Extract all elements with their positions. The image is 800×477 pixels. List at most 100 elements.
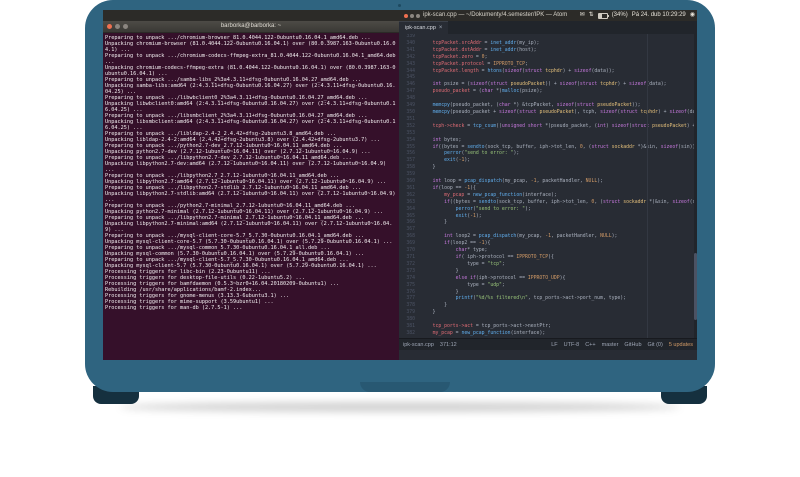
line-number: 371	[406, 255, 415, 260]
top-panel: ipk-scan.cpp — ~/Dokumenty/4.semester/IP…	[103, 10, 697, 21]
code-line: 375 type = "udp";	[399, 283, 697, 290]
code-line: 351	[399, 117, 697, 124]
message-icon[interactable]: ✉	[580, 10, 585, 21]
maximize-icon[interactable]	[416, 13, 420, 18]
code-line: 340 tcpPacket.srcAddr = inet_addr(my_ip)…	[399, 41, 697, 48]
scrollbar-handle[interactable]	[694, 252, 697, 320]
code-line: 370 char* type;	[399, 248, 697, 255]
status-item[interactable]: GitHub	[624, 342, 641, 348]
code-line: 357 exit(-1);	[399, 158, 697, 165]
tab-label: ipk-scan.cpp	[405, 25, 436, 31]
line-number: 354	[406, 137, 415, 143]
tab-ipk-scan-cpp[interactable]: ipk-scan.cpp ×	[399, 21, 449, 34]
terminal-line: Unpacking samba-libs:amd64 (2:4.3.11+dfs…	[105, 83, 396, 95]
code-line: 347 pseudo_packet = (char *)malloc(psize…	[399, 89, 697, 96]
laptop-lid-notch	[360, 382, 450, 392]
status-item[interactable]: UTF-8	[564, 342, 580, 348]
line-number: 374	[406, 275, 415, 281]
scrollbar[interactable]	[694, 34, 697, 338]
line-number: 339	[406, 34, 415, 39]
network-icon[interactable]: ⇅	[589, 10, 594, 21]
status-item[interactable]: C++	[585, 342, 595, 348]
code-line: 349 memcpy(pseudo_packet, (char *) &tcpP…	[399, 103, 697, 110]
screen: ipk-scan.cpp — ~/Dokumenty/4.semester/IP…	[103, 10, 697, 360]
line-number: 352	[406, 123, 415, 129]
status-left: ipk-scan.cpp 371:12	[403, 342, 457, 348]
session-menu-icon[interactable]: ◉	[690, 10, 695, 21]
code-line: 354 int bytes;	[399, 138, 697, 145]
atom-editor-window[interactable]: ipk-scan.cpp × 339 340 tcpPacket.srcAddr …	[399, 21, 697, 360]
code-line: 382 my_pcap = new_pcap_function(interfac…	[399, 331, 697, 338]
code-line: 372 type = "tcp";	[399, 262, 697, 269]
terminal-line: Unpacking libsmbclient:amd64 (2:4.3.11+d…	[105, 119, 396, 131]
code-line: 343 tcpPacket.protocol = IPPROTO_TCP;	[399, 62, 697, 69]
code-line: 352 tcph->check = tcp_csum((unsigned sho…	[399, 124, 697, 131]
code-line: 364 perror("send to error: ");	[399, 207, 697, 214]
terminal-line: Unpacking libwbclient0:amd64 (2:4.3.11+d…	[105, 101, 396, 113]
code-line: 362 my_pcap = new_pcap_function(interfac…	[399, 193, 697, 200]
code-line: 344 tcpPacket.length = htons(sizeof(stru…	[399, 69, 697, 76]
terminal-title: barborka@barborka: ~	[220, 23, 282, 29]
code-line: 339	[399, 34, 697, 41]
status-item[interactable]: Git (0)	[648, 342, 663, 348]
line-number: 359	[406, 172, 415, 178]
line-number: 375	[406, 282, 415, 288]
clock[interactable]: Pá 24. dub 10:29:29	[632, 10, 686, 21]
status-bar: ipk-scan.cpp 371:12 LF UTF-8 C++ master GitHu…	[399, 338, 697, 350]
terminal-line: Unpacking chromium-browser (81.0.4044.12…	[105, 41, 396, 53]
line-number: 341	[406, 47, 415, 53]
line-number: 370	[406, 248, 415, 254]
code-line: 371 if( iph->protocol == IPPROTO_TCP){	[399, 255, 697, 262]
terminal-window[interactable]: barborka@barborka: ~ Preparing to unpack…	[103, 21, 399, 360]
code-line: 381 tcp_ports->act = tcp_ports->act->nex…	[399, 324, 697, 331]
terminal-output[interactable]: Preparing to unpack .../chromium-browser…	[103, 33, 399, 360]
terminal-titlebar[interactable]: barborka@barborka: ~	[103, 21, 399, 33]
line-number: 362	[406, 192, 415, 198]
webcam-icon	[398, 4, 401, 7]
page: ipk-scan.cpp — ~/Dokumenty/4.semester/IP…	[0, 0, 800, 477]
battery-percentage[interactable]: (34%)	[612, 10, 628, 21]
code-line: 378 }	[399, 303, 697, 310]
line-number: 373	[406, 268, 415, 274]
line-number: 360	[406, 179, 415, 185]
code-line: 342 tcpPacket.zero = 0;	[399, 55, 697, 62]
line-number: 350	[406, 109, 415, 115]
code-area[interactable]: 339 340 tcpPacket.srcAddr = inet_addr(my_…	[399, 34, 697, 338]
line-number: 363	[406, 199, 415, 205]
updates-badge[interactable]: 5 updates	[669, 342, 693, 348]
status-item[interactable]: ipk-scan.cpp	[403, 342, 434, 348]
minimize-icon[interactable]	[410, 13, 414, 18]
code-line: 353	[399, 131, 697, 138]
code-line: 373 }	[399, 269, 697, 276]
line-number: 343	[406, 61, 415, 67]
line-number: 372	[406, 261, 415, 267]
code-line: 374 else if(iph->protocol == IPPROTO_UDP…	[399, 276, 697, 283]
terminal-line: Unpacking chromium-codecs-ffmpeg-extra (…	[105, 65, 396, 77]
code-line: 350 memcpy(pseudo_packet + sizeof(struct…	[399, 110, 697, 117]
close-icon[interactable]	[404, 13, 408, 18]
window-controls[interactable]	[401, 13, 420, 18]
code-line: 363 if((bytes = sendto(sock_tcp, buffer,…	[399, 200, 697, 207]
wrap-guide	[647, 34, 648, 338]
status-item[interactable]: 371:12	[440, 342, 457, 348]
line-number: 364	[406, 206, 415, 212]
code-line: 360 int loop = pcap_dispatch(my_pcap, -1…	[399, 179, 697, 186]
focused-window-title: ipk-scan.cpp — ~/Dokumenty/4.semester/IP…	[423, 12, 568, 18]
code-line: 361 if(loop == -1){	[399, 186, 697, 193]
status-item[interactable]: LF	[551, 342, 557, 348]
code-line: 341 tcpPacket.dstAddr = inet_addr(host);	[399, 48, 697, 55]
terminal-line: Preparing to unpack .../chromium-codecs-…	[105, 53, 399, 65]
tab-close-icon[interactable]: ×	[439, 25, 443, 31]
status-item[interactable]: master	[602, 342, 619, 348]
line-number: 349	[406, 103, 415, 109]
battery-icon[interactable]	[597, 12, 609, 19]
status-right: LF UTF-8 C++ master GitHub Git (0) 5 updates	[551, 342, 693, 348]
line-number: 361	[406, 185, 415, 191]
code-line: 379 }	[399, 310, 697, 317]
line-number: 381	[406, 324, 415, 330]
laptop-shadow	[120, 402, 680, 412]
code-line: 358 }	[399, 165, 697, 172]
laptop-body: ipk-scan.cpp — ~/Dokumenty/4.semester/IP…	[85, 0, 715, 392]
line-number: 353	[406, 130, 415, 136]
terminal-line: Processing triggers for man-db (2.7.5-1)…	[105, 305, 243, 311]
